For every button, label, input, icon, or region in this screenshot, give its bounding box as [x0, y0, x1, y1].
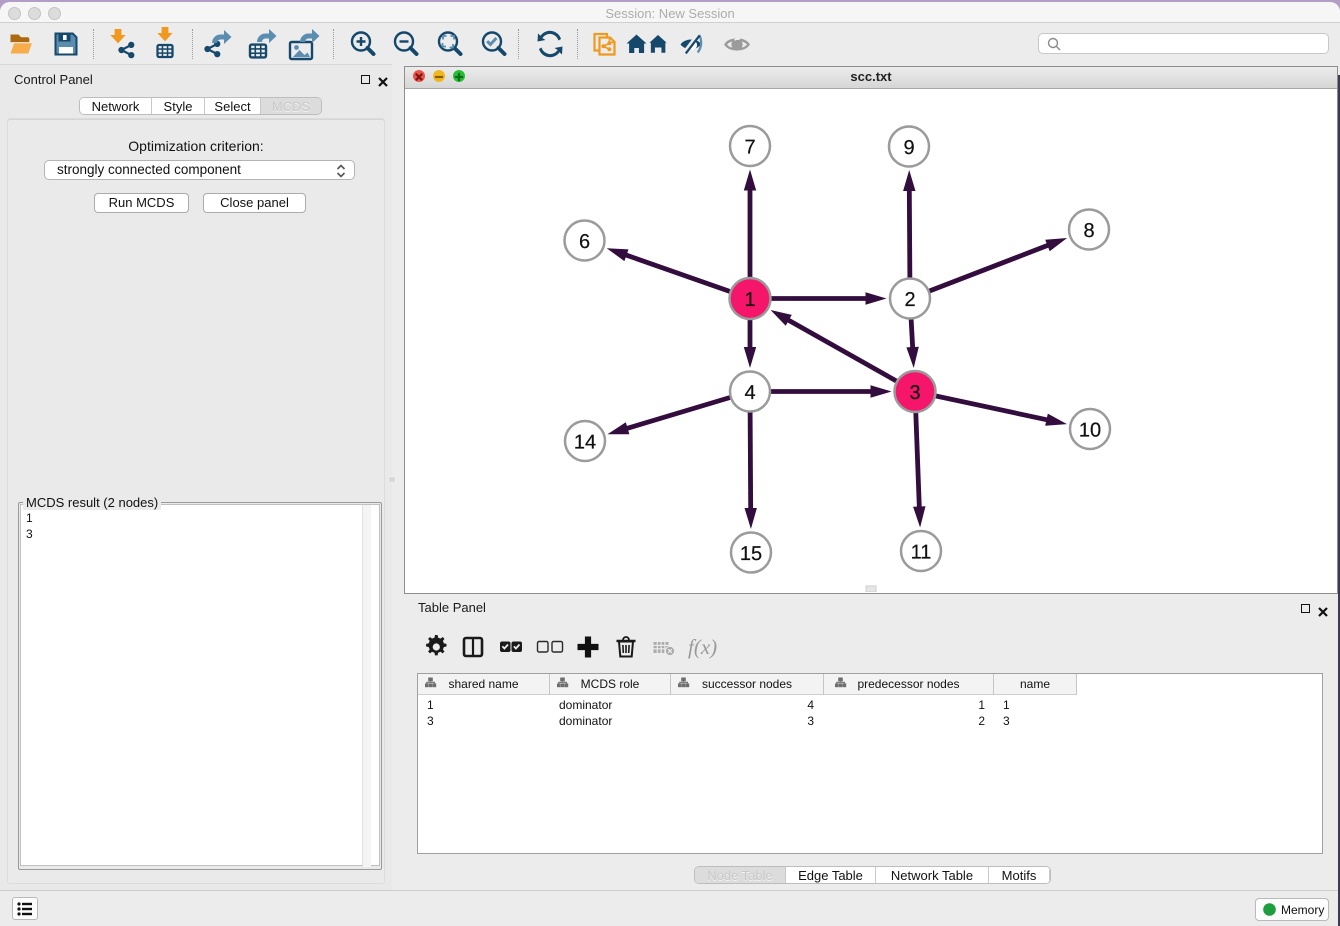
svg-text:8: 8 [1083, 220, 1094, 242]
svg-text:11: 11 [911, 542, 932, 564]
svg-text:1: 1 [744, 289, 755, 311]
svg-text:2: 2 [904, 289, 915, 311]
svg-text:9: 9 [903, 137, 914, 159]
svg-text:6: 6 [579, 231, 590, 253]
svg-text:10: 10 [1079, 420, 1101, 442]
svg-text:3: 3 [909, 382, 920, 404]
svg-text:4: 4 [744, 382, 755, 404]
svg-text:7: 7 [744, 137, 755, 159]
svg-text:15: 15 [740, 543, 762, 565]
svg-text:f(x): f(x) [688, 635, 717, 659]
svg-text:14: 14 [574, 432, 596, 454]
